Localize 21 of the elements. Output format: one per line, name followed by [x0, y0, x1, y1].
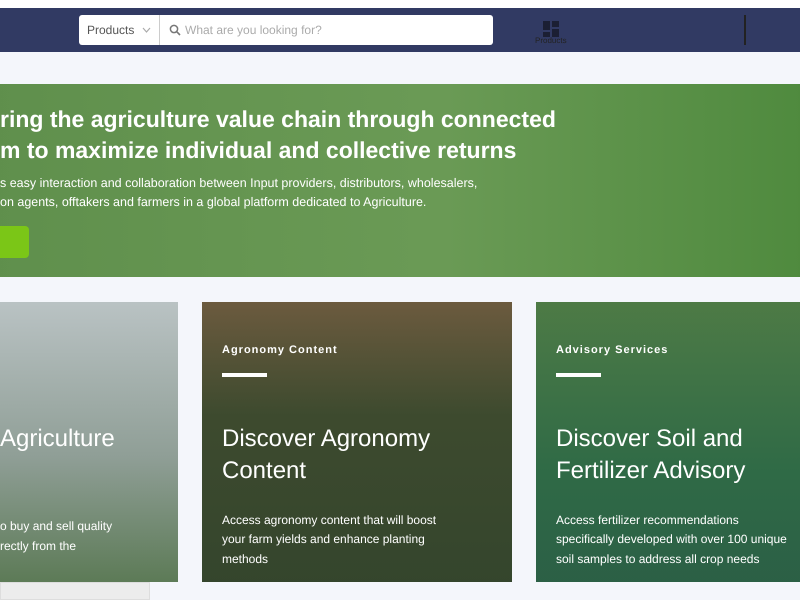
accent-bar — [222, 372, 267, 376]
card-title: Discover Agronomy Content — [222, 424, 432, 486]
card-description: Access fertilizer recommendations specifically developed with over 100 unique soil samples to address all crop needs — [556, 512, 788, 568]
card-description: o buy and sell quality rectly from the — [0, 518, 114, 554]
feature-card[interactable]: Agriculture o buy and sell quality rectly from the — [0, 302, 178, 582]
search-field[interactable]: What are you looking for? — [160, 15, 493, 45]
hero-title: ring the agriculture value chain through connected m to maximize individual and collective returns — [0, 105, 557, 165]
card-label: Advisory Services — [556, 343, 670, 358]
accent-bar — [556, 372, 601, 376]
hero-description: s easy interaction and collaboration between Input providers, distributors, wholesalers, on agents, offtakers and farmers in a global platform dedicated to Agriculture. — [0, 175, 478, 211]
card-description: Access agronomy content that will boost your farm yields and enhance planting methods — [222, 512, 438, 568]
card-title: Agriculture — [0, 424, 116, 454]
card-label: Agronomy Content — [222, 343, 339, 358]
cta-button[interactable] — [0, 226, 29, 258]
bottom-tab[interactable] — [0, 582, 150, 600]
card-title: Discover Soil and Fertilizer Advisory — [556, 424, 746, 486]
feature-card[interactable]: Agronomy Content Discover Agronomy Content Access agronomy content that will boost your farm yields and enhance planting methods — [202, 302, 512, 582]
category-select[interactable]: Products — [79, 15, 160, 45]
chevron-down-icon — [142, 27, 151, 33]
feature-card[interactable]: Advisory Services Discover Soil and Fertilizer Advisory Access fertilizer recommendations specifically developed with over 100 unique soil samples to address all crop needs — [536, 302, 800, 582]
grid-icon — [542, 21, 559, 37]
